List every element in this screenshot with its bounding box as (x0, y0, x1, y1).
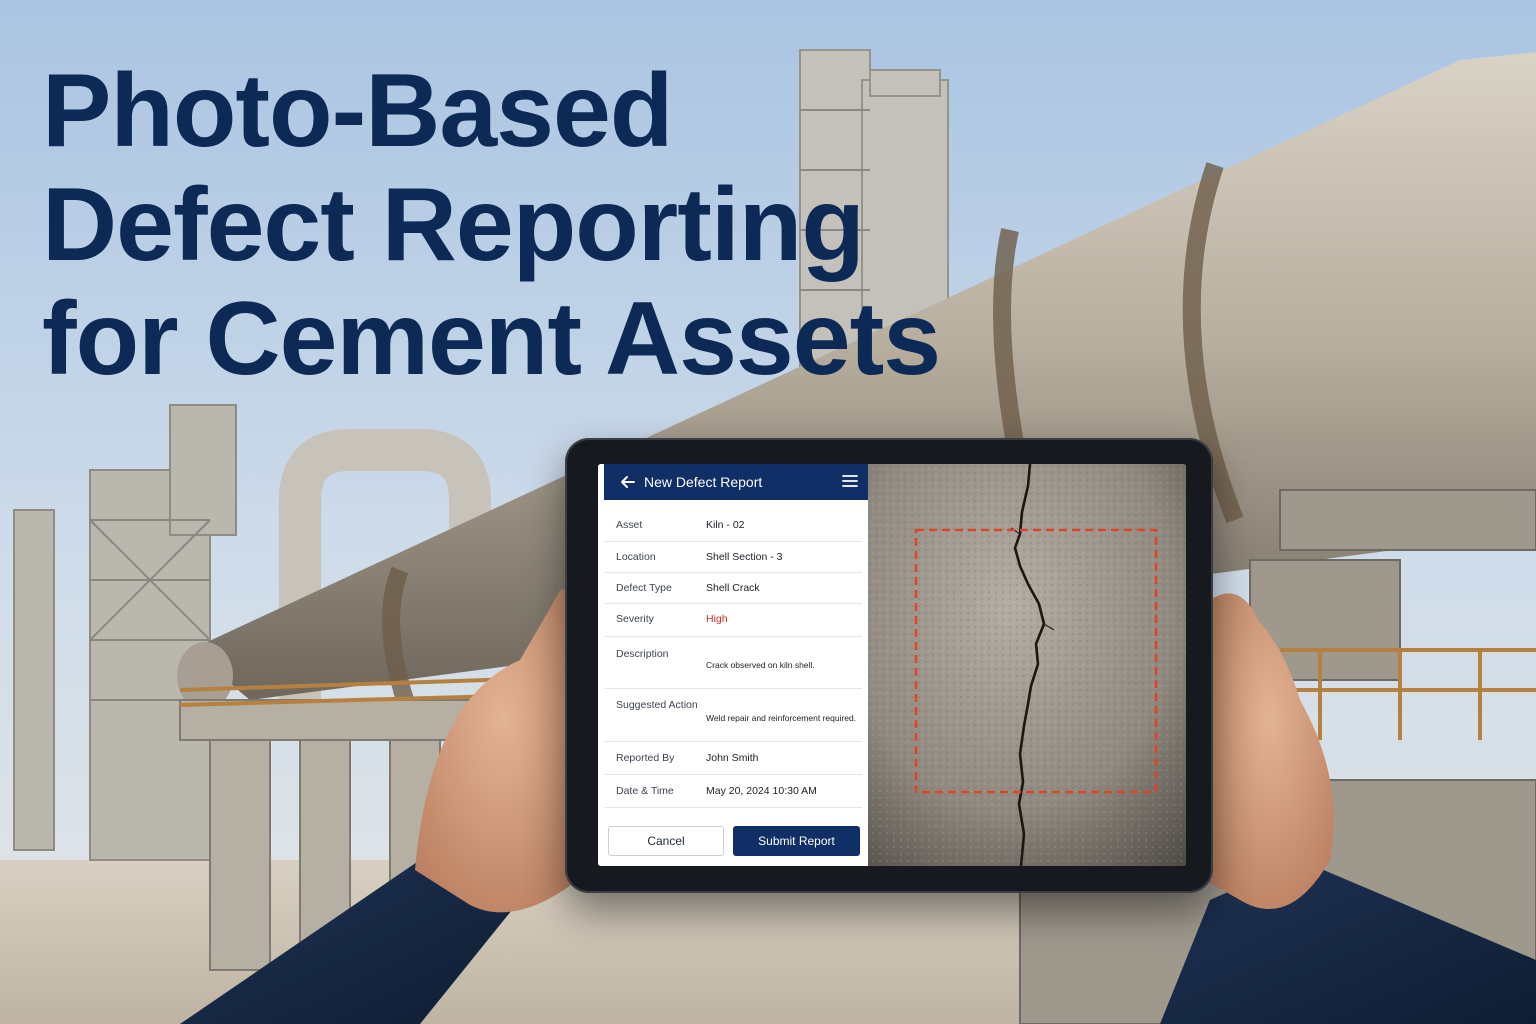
app-title: New Defect Report (644, 474, 763, 490)
field-value: John Smith (706, 752, 759, 764)
headline: Photo-Based Defect Reporting for Cement … (42, 53, 941, 397)
field-location[interactable]: Location Shell Section - 3 (604, 541, 862, 573)
field-value: Shell Section - 3 (706, 551, 783, 563)
headline-line-1: Photo-Based (42, 53, 673, 169)
field-label: Suggested Action (616, 699, 698, 711)
defect-report-form: New Defect Report Asset Kiln - 02 Locati… (598, 464, 868, 866)
cancel-button[interactable]: Cancel (608, 826, 724, 856)
defect-photo (868, 464, 1186, 866)
field-label: Description (616, 648, 669, 660)
severity-value: High (706, 613, 728, 625)
field-value: May 20, 2024 10:30 AM (706, 785, 817, 797)
field-reported-by[interactable]: Reported By John Smith (604, 741, 862, 775)
field-severity[interactable]: Severity High (604, 603, 862, 637)
app-bar: New Defect Report (604, 464, 868, 500)
field-value: Kiln - 02 (706, 519, 745, 531)
field-label: Asset (616, 519, 643, 531)
headline-line-3: for Cement Assets (42, 281, 941, 397)
field-label: Location (616, 551, 656, 563)
field-label: Severity (616, 613, 654, 625)
hamburger-menu-icon[interactable] (842, 474, 858, 488)
field-description[interactable]: Description Crack observed on kiln shell… (604, 636, 862, 689)
tablet-screen: New Defect Report Asset Kiln - 02 Locati… (598, 464, 1186, 866)
field-label: Date & Time (616, 785, 674, 797)
field-label: Reported By (616, 752, 675, 764)
field-date-time[interactable]: Date & Time May 20, 2024 10:30 AM (604, 774, 862, 808)
arrow-left-icon[interactable] (618, 472, 638, 492)
field-value: Shell Crack (706, 582, 760, 594)
field-asset[interactable]: Asset Kiln - 02 (604, 508, 862, 542)
field-label: Defect Type (616, 582, 672, 594)
field-value: Weld repair and reinforcement required. (706, 713, 857, 723)
headline-line-2: Defect Reporting (42, 167, 865, 283)
field-suggested-action[interactable]: Suggested Action Weld repair and reinfor… (604, 688, 862, 742)
field-value: Crack observed on kiln shell. (706, 660, 815, 670)
field-defect-type[interactable]: Defect Type Shell Crack (604, 572, 862, 604)
submit-report-button[interactable]: Submit Report (733, 826, 860, 856)
